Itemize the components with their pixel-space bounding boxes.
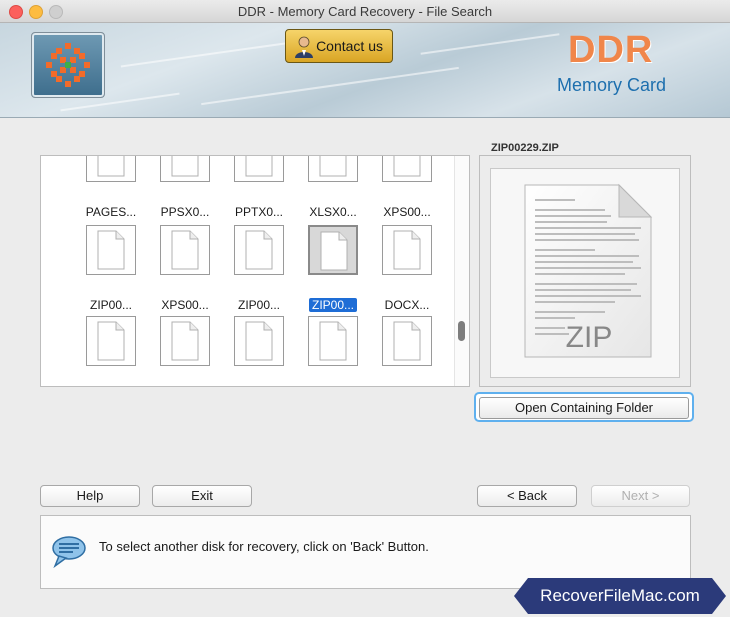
- grid-scroll-thumb[interactable]: [458, 321, 465, 341]
- file-tile-label: XPS00...: [161, 298, 209, 312]
- zip-badge-text: ZIP: [566, 321, 613, 354]
- document-file-icon: [86, 156, 136, 182]
- file-tile[interactable]: XPS00...: [370, 316, 444, 386]
- document-file-icon: [86, 316, 136, 366]
- document-file-icon: [382, 316, 432, 366]
- back-button[interactable]: < Back: [477, 485, 577, 507]
- document-file-icon: [160, 156, 210, 182]
- file-tile[interactable]: DOCX...: [370, 225, 444, 312]
- contact-us-button[interactable]: Contact us: [285, 29, 393, 63]
- file-tile-label: DOCX...: [384, 298, 430, 312]
- file-tile[interactable]: PPSX0...: [148, 156, 222, 219]
- document-file-icon: [234, 316, 284, 366]
- speech-bubble-icon: [52, 536, 86, 568]
- zip-document-preview-icon: ZIP: [524, 183, 653, 358]
- app-logo: [31, 32, 105, 98]
- file-tile-label: XPS00...: [383, 205, 431, 219]
- document-file-icon: [160, 316, 210, 366]
- document-file-icon: [382, 156, 432, 182]
- info-message: To select another disk for recovery, cli…: [99, 539, 429, 554]
- file-tile[interactable]: ZIP00...: [222, 225, 296, 312]
- file-tile[interactable]: XLSX0...: [296, 316, 370, 386]
- document-file-icon: [234, 225, 284, 275]
- exit-button[interactable]: Exit: [152, 485, 252, 507]
- brand-name: DDR: [568, 29, 654, 71]
- file-grid[interactable]: PAGES... PPSX0... PPTX0... XLSX0... XPS00...…: [40, 155, 470, 387]
- open-folder-label: Open Containing Folder: [479, 397, 689, 419]
- app-header: Contact us DDR Memory Card: [0, 23, 730, 118]
- preview-filename: ZIP00229.ZIP: [487, 142, 563, 154]
- file-tile-label: ZIP00...: [308, 298, 358, 312]
- document-file-icon: [308, 225, 358, 275]
- open-containing-folder-button[interactable]: Open Containing Folder: [474, 392, 694, 422]
- file-tile-label: ZIP00...: [237, 298, 281, 312]
- logo-icon: [46, 43, 90, 87]
- document-file-icon: [234, 156, 284, 182]
- file-tile[interactable]: PPTX0...: [222, 156, 296, 219]
- file-tile-label: PPTX0...: [234, 205, 284, 219]
- next-button[interactable]: Next >: [591, 485, 690, 507]
- document-file-icon: [308, 156, 358, 182]
- support-agent-icon: [295, 36, 313, 58]
- file-tile-label: ZIP00...: [89, 298, 133, 312]
- file-tile-label: PPSX0...: [160, 205, 210, 219]
- help-button[interactable]: Help: [40, 485, 140, 507]
- file-tile[interactable]: PPTX0...: [222, 316, 296, 386]
- file-tile[interactable]: ZIP00...: [296, 225, 370, 312]
- document-file-icon: [86, 225, 136, 275]
- file-tile[interactable]: XPS00...: [148, 225, 222, 312]
- file-tile[interactable]: PPSX0...: [148, 316, 222, 386]
- contact-us-label: Contact us: [316, 38, 383, 54]
- window-title: DDR - Memory Card Recovery - File Search: [237, 4, 493, 19]
- file-tile[interactable]: XPS00...: [370, 156, 444, 219]
- document-file-icon: [382, 225, 432, 275]
- preview-panel: ZIP: [479, 155, 691, 387]
- grid-scrollbar[interactable]: [454, 156, 469, 386]
- document-file-icon: [160, 225, 210, 275]
- watermark-banner: RecoverFileMac.com: [514, 578, 726, 614]
- file-tile[interactable]: XLSX0...: [296, 156, 370, 219]
- preview-area: ZIP: [490, 168, 680, 378]
- file-tile-label: XLSX0...: [309, 205, 357, 219]
- file-tile-label: PAGES...: [85, 205, 137, 219]
- brand-product: Memory Card: [557, 75, 667, 95]
- title-bar: DDR - Memory Card Recovery - File Search: [0, 0, 730, 23]
- document-file-icon: [308, 316, 358, 366]
- info-panel: To select another disk for recovery, cli…: [40, 515, 691, 589]
- file-tile[interactable]: ZIP00...: [74, 225, 148, 312]
- file-tile[interactable]: PAGES...: [74, 156, 148, 219]
- file-tile[interactable]: PAGES...: [74, 316, 148, 386]
